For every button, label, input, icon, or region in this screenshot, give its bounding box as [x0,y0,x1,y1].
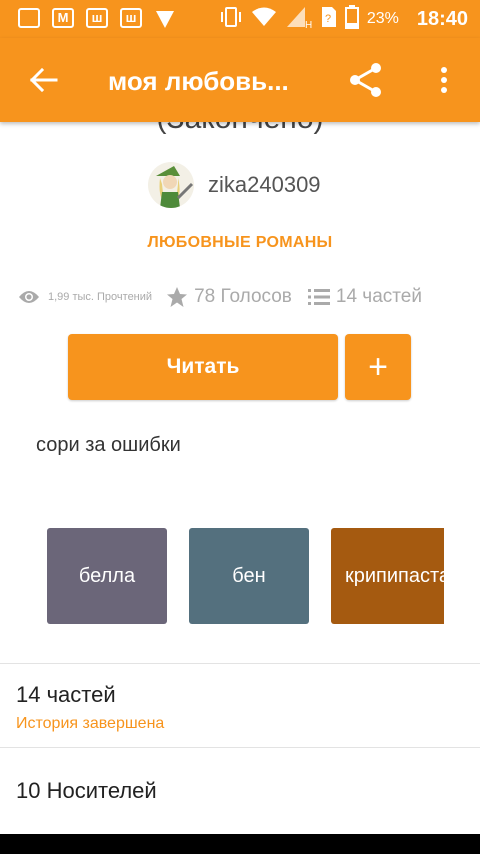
carriers-row[interactable]: 10 Носителей [16,778,157,804]
parts-count-stat: 14 частей [335,286,422,307]
arrow-left-icon [29,67,58,93]
svg-text:?: ? [325,13,331,25]
w-app-icon: ш [120,8,142,28]
vpn-icon [154,8,176,35]
wifi-icon [251,7,277,32]
read-button[interactable]: Читать [68,334,338,400]
app-bar: моя любовь... [0,38,480,122]
svg-text:H: H [305,20,312,29]
share-icon [350,63,381,97]
signal-icon: H [285,5,313,34]
author-name: zika240309 [208,172,321,197]
eye-icon [19,291,39,303]
back-button[interactable] [26,62,62,98]
avatar [148,162,194,208]
genre-link[interactable]: ЛЮБОВНЫЕ РОМАНЫ [0,234,480,252]
tag-chip[interactable]: бен [189,528,309,624]
story-status: История завершена [16,715,165,732]
vibrate-icon [219,6,243,32]
divider [0,663,480,664]
list-icon [307,289,330,305]
clock: 18:40 [416,7,468,30]
status-bar: M ш ш H ? 23% 18:40 [0,0,480,38]
more-options-button[interactable] [432,60,456,100]
battery-percent: 23% [366,10,399,27]
gmail-icon: M [52,8,74,28]
parts-count: 14 частей [16,682,116,707]
add-to-library-button[interactable]: + [345,334,411,400]
reads-stat: 1,99 тыс. Прочтений [18,289,152,305]
more-vertical-icon [441,67,447,93]
tag-chip[interactable]: белла [47,528,167,624]
tag-chip[interactable]: крипипаста [331,528,444,624]
votes-stat: 78 Голосов [166,286,292,308]
votes-count: 78 Голосов [194,286,292,307]
divider [0,747,480,748]
page-title: моя любовь... [108,66,289,96]
navigation-bar [0,834,480,854]
sim-icon: ? [321,6,337,33]
parts-stat: 14 частей [307,286,422,308]
story-description: сори за ошибки [36,434,181,456]
share-button[interactable] [346,60,386,100]
tag-list[interactable]: белла бен крипипаста [47,528,444,624]
battery-icon [344,4,359,34]
image-icon [18,8,40,28]
w-app-icon: ш [86,8,108,28]
author-link[interactable]: zika240309 [148,160,321,210]
star-icon [167,287,188,307]
reads-count: 1,99 тыс. Прочтений [48,291,153,303]
story-stats: 1,99 тыс. Прочтений 78 Голосов 14 частей [18,284,468,310]
